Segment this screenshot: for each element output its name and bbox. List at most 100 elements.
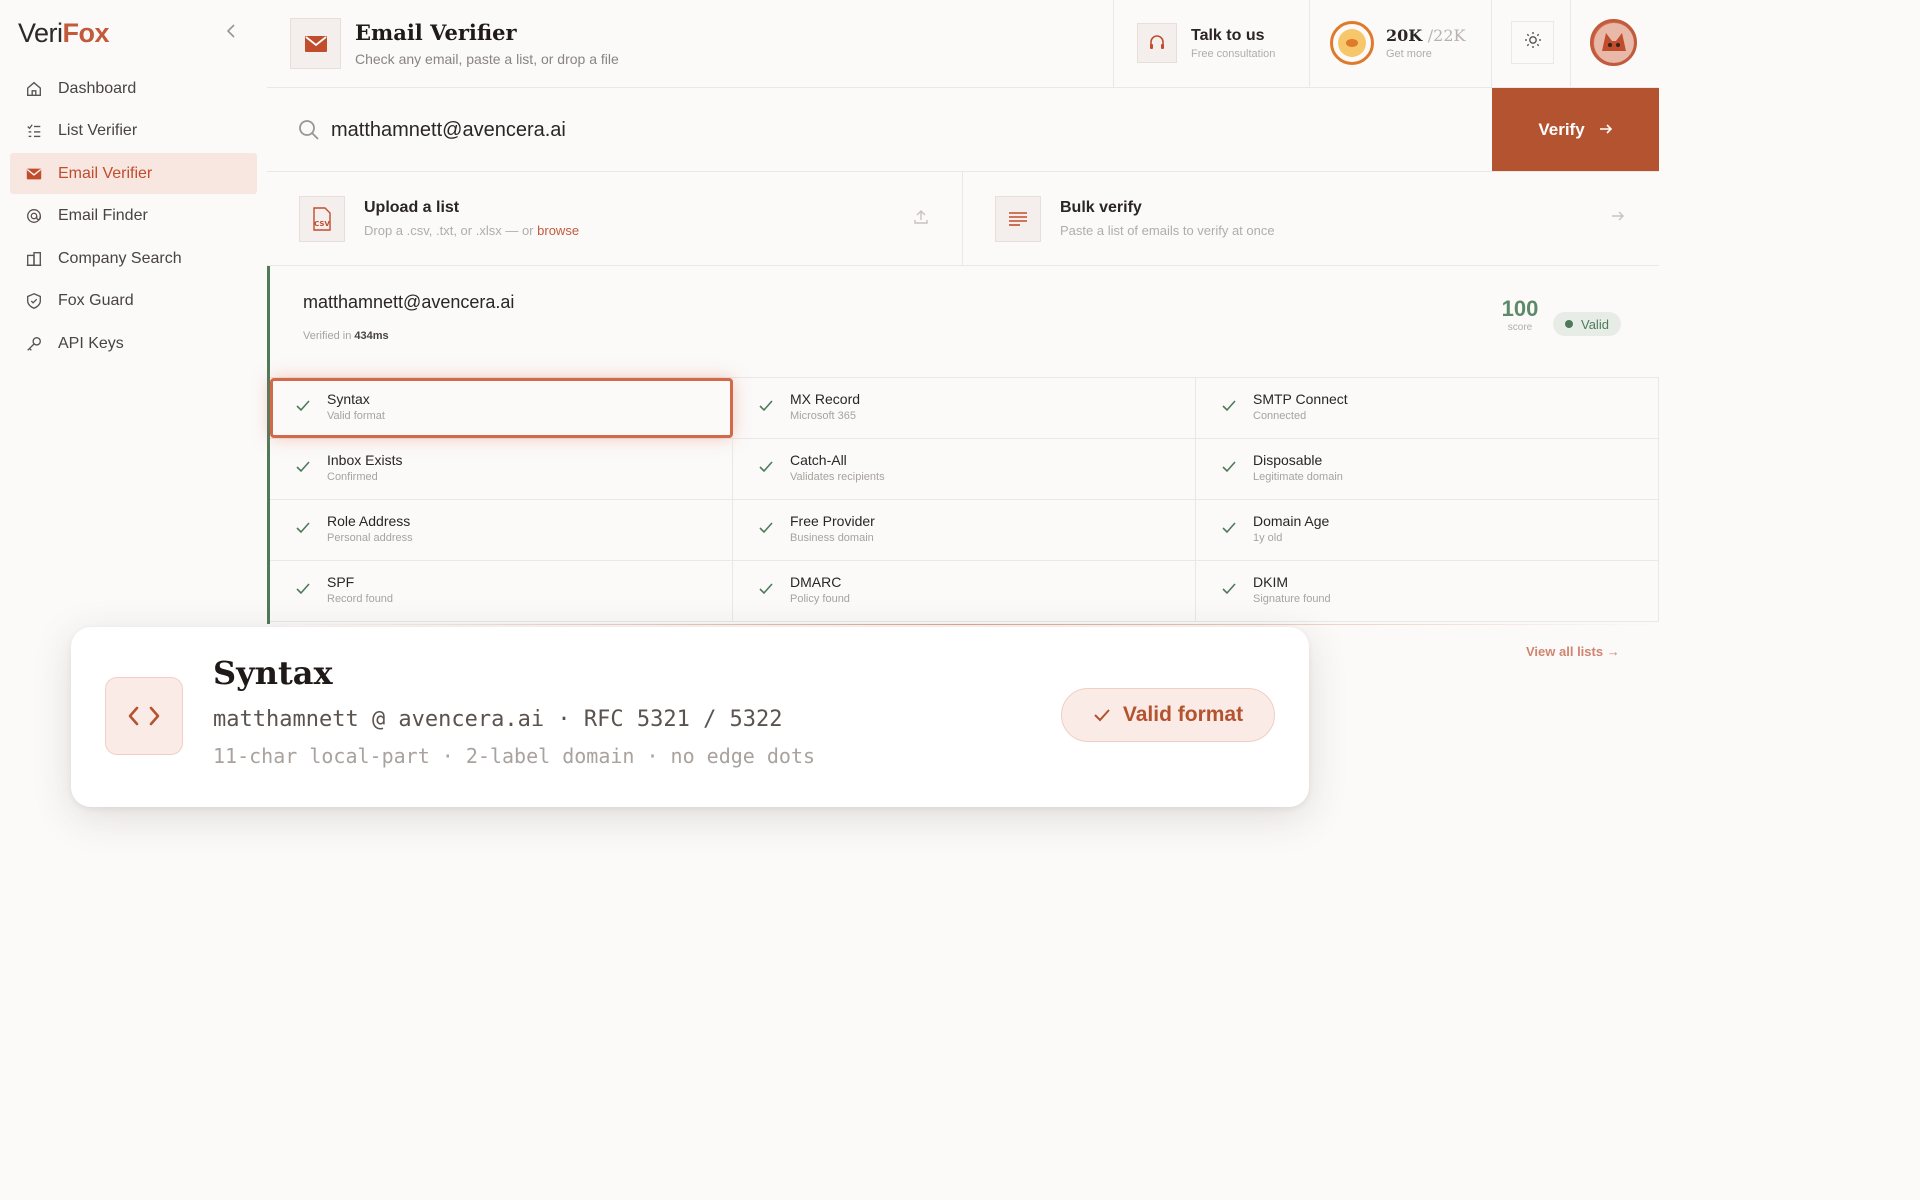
sidebar-item-label: Fox Guard [58,292,134,310]
credits-widget[interactable]: 20K /22K Get more [1330,21,1465,65]
upload-subtitle: Drop a .csv, .txt, or .xlsx — or browse [364,223,579,238]
key-icon [24,334,44,354]
sidebar-item-label: Email Verifier [58,164,153,182]
sidebar-item-list-verifier[interactable]: List Verifier [10,111,257,152]
view-all-label: View all lists [1526,644,1604,659]
sidebar: VeriFox Dashboard List Verifier Email Ve… [0,0,267,1200]
logo-text-fox: Fox [62,18,110,48]
check-detail: Legitimate domain [1253,471,1343,483]
sidebar-item-dashboard[interactable]: Dashboard [10,68,257,109]
check-free-provider[interactable]: Free Provider Business domain [733,500,1196,560]
check-detail: Record found [327,593,394,605]
checks-row: Inbox Exists Confirmed Catch-All Validat… [270,439,1659,500]
sidebar-item-label: Email Finder [58,207,148,225]
result-time-prefix: Verified in [303,330,352,342]
status-dot [1565,320,1573,328]
check-label: SMTP Connect [1253,391,1348,407]
check-detail: Signature found [1253,593,1331,605]
bulk-subtitle: Paste a list of emails to verify at once [1060,223,1275,238]
check-icon [1221,521,1237,540]
sidebar-item-fox-guard[interactable]: Fox Guard [10,281,257,322]
sidebar-item-email-verifier[interactable]: Email Verifier [10,153,257,195]
credits-used: 20K [1386,26,1423,45]
sidebar-item-label: List Verifier [58,122,138,140]
at-sign-icon [24,206,44,226]
result-time: Verified in 434ms [303,330,389,342]
check-label: DMARC [790,574,842,590]
check-role-address[interactable]: Role Address Personal address [270,500,733,560]
check-spf[interactable]: SPF Record found [270,561,733,621]
check-detail: Business domain [790,532,874,544]
sidebar-item-company-search[interactable]: Company Search [10,238,257,279]
check-label: DKIM [1253,574,1288,590]
check-label: Free Provider [790,513,875,529]
mail-icon [24,164,44,184]
check-disposable[interactable]: Disposable Legitimate domain [1196,439,1659,499]
badge-text: Valid format [1122,703,1244,726]
checks-row: Syntax Valid format MX Record Microsoft … [270,378,1659,439]
credits-subtitle: Get more [1386,48,1432,60]
arrow-right-icon: → [1606,644,1620,659]
sidebar-item-api-keys[interactable]: API Keys [10,324,257,365]
card-detail-line-1: matthamnett @ avencera.ai · RFC 5321 / 5… [213,707,783,732]
check-dkim[interactable]: DKIM Signature found [1196,561,1659,621]
status-badge-text: Valid [1581,316,1609,332]
check-detail: Validates recipients [790,471,885,483]
check-icon [758,521,774,540]
logo[interactable]: VeriFox [18,18,110,49]
checks-grid: Syntax Valid format MX Record Microsoft … [270,377,1659,622]
check-label: SPF [327,574,355,590]
check-smtp-connect[interactable]: SMTP Connect Connected [1196,378,1659,438]
svg-text:CSV: CSV [314,220,330,228]
check-catch-all[interactable]: Catch-All Validates recipients [733,439,1196,499]
view-all-lists-link[interactable]: View all lists → [1526,644,1620,659]
check-domain-age[interactable]: Domain Age 1y old [1196,500,1659,560]
search-bar: Verify [267,88,1659,172]
check-icon [1094,709,1110,722]
check-label: Domain Age [1253,513,1330,529]
arrow-right-icon [1611,209,1625,227]
check-label: Syntax [327,391,370,407]
email-input[interactable] [331,108,1431,152]
arrow-right-icon [1599,120,1613,140]
sidebar-item-email-finder[interactable]: Email Finder [10,196,257,237]
headset-icon [1137,23,1177,63]
check-dmarc[interactable]: DMARC Policy found [733,561,1196,621]
check-mx-record[interactable]: MX Record Microsoft 365 [733,378,1196,438]
check-icon [295,399,311,418]
verify-button[interactable]: Verify [1492,88,1659,171]
browse-link[interactable]: browse [537,223,579,238]
avatar[interactable] [1590,19,1637,66]
check-icon [295,521,311,540]
checks-row: Role Address Personal address Free Provi… [270,500,1659,561]
upload-list-panel[interactable]: CSV Upload a list Drop a .csv, .txt, or … [267,172,962,266]
sun-icon [1524,31,1542,54]
upload-title: Upload a list [364,199,460,216]
score: 100 score [1494,296,1546,333]
page-title: Email Verifier [355,20,517,45]
upload-icon [913,209,929,230]
score-value: 100 [1501,296,1539,321]
building-icon [24,249,44,269]
check-inbox-exists[interactable]: Inbox Exists Confirmed [270,439,733,499]
theme-toggle-button[interactable] [1511,21,1554,64]
home-icon [24,79,44,99]
sidebar-nav: Dashboard List Verifier Email Verifier E… [10,68,257,366]
header-divider [1491,0,1492,88]
collapse-sidebar-icon[interactable] [225,22,239,42]
check-icon [758,582,774,601]
check-icon [1221,399,1237,418]
check-detail: Policy found [790,593,850,605]
bulk-verify-panel[interactable]: Bulk verify Paste a list of emails to ve… [963,172,1659,266]
talk-title: Talk to us [1191,26,1265,44]
header-divider [1113,0,1114,88]
coin-icon [1330,21,1374,65]
sidebar-item-label: API Keys [58,335,124,353]
card-title: Syntax [213,654,333,692]
check-syntax[interactable]: Syntax Valid format [270,378,733,438]
sidebar-item-label: Company Search [58,249,182,267]
credits-total: /22K [1427,26,1466,45]
check-icon [758,399,774,418]
sidebar-item-label: Dashboard [58,79,137,97]
talk-to-us-button[interactable]: Talk to us Free consultation [1137,23,1275,63]
